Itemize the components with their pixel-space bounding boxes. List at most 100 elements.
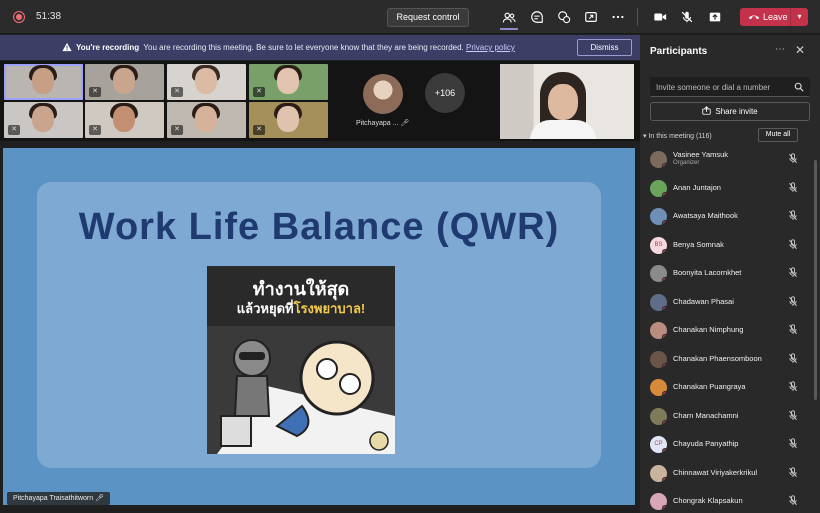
microphone-muted-icon[interactable]: [788, 466, 798, 478]
microphone-muted-icon[interactable]: [788, 295, 798, 307]
participant-row[interactable]: Anan Juntajon: [640, 174, 812, 203]
presence-status-icon: [662, 220, 667, 225]
video-tile[interactable]: ✕: [4, 102, 83, 138]
microphone-muted-icon[interactable]: [678, 8, 696, 26]
participant-name: Boonyita Lacornkhet: [673, 268, 742, 277]
presence-status-icon: [662, 448, 667, 453]
mic-muted-icon: ✕: [89, 125, 101, 135]
participant-row[interactable]: Charn Manachamni: [640, 402, 812, 431]
cartoon-illustration: [207, 326, 395, 454]
video-tile[interactable]: ✕: [167, 64, 246, 100]
spotlight-video-tile[interactable]: [500, 64, 634, 139]
presence-status-icon: [662, 334, 667, 339]
participant-row[interactable]: Chongrak Klapsakun: [640, 487, 812, 513]
share-screen-icon[interactable]: [582, 8, 600, 26]
presence-status-icon: [662, 305, 667, 311]
recording-text: You are recording this meeting. Be sure …: [143, 43, 464, 52]
pinned-participant-name: Pitchayapa ... 🎤︎: [356, 120, 410, 127]
participant-name: Chongrak Klapsakun: [673, 496, 743, 505]
video-tile[interactable]: ✕: [249, 102, 328, 138]
participant-row[interactable]: Chanakan Nimphung: [640, 316, 812, 345]
video-tile[interactable]: ✕: [249, 64, 328, 100]
mic-muted-icon: ✕: [253, 125, 265, 135]
participant-role: Organizer: [673, 160, 700, 166]
chat-icon[interactable]: [528, 8, 546, 26]
participant-row[interactable]: Chanakan Puangraya: [640, 373, 812, 402]
request-control-button[interactable]: Request control: [387, 8, 469, 27]
microphone-muted-icon[interactable]: [788, 409, 798, 421]
meeting-toolbar: 51:38 Request control Leave ▾: [0, 0, 820, 34]
recording-message: You're recording You are recording this …: [76, 43, 515, 52]
share-tray-icon[interactable]: [706, 8, 724, 26]
avatar: [650, 464, 667, 482]
mic-muted-icon: ✕: [171, 125, 183, 135]
video-tile[interactable]: ✕: [85, 64, 164, 100]
more-options-icon[interactable]: [609, 8, 627, 26]
privacy-policy-link[interactable]: Privacy policy: [466, 43, 515, 52]
presence-status-icon: [662, 277, 667, 282]
participant-row[interactable]: Chadawan Phasai: [640, 288, 812, 317]
more-options-icon[interactable]: ⋯: [775, 44, 785, 55]
camera-icon[interactable]: [651, 8, 669, 26]
mute-all-button[interactable]: Mute all: [758, 128, 798, 142]
avatar: [650, 350, 667, 368]
microphone-muted-icon[interactable]: [788, 210, 798, 221]
meeting-timer: 51:38: [36, 11, 62, 22]
video-tile[interactable]: ✕: [167, 102, 246, 138]
presence-status-icon: [662, 419, 667, 425]
participant-row[interactable]: Chanakan Phaensomboon: [640, 345, 812, 374]
microphone-muted-icon[interactable]: [788, 238, 798, 250]
reactions-icon[interactable]: [555, 8, 573, 26]
recording-banner: You're recording You are recording this …: [0, 35, 640, 60]
video-tile[interactable]: ✕: [85, 102, 164, 138]
presence-status-icon: [662, 163, 667, 168]
participant-row[interactable]: Chinnawat Viriyakerkrikul: [640, 459, 812, 488]
chevron-down-icon[interactable]: ▾: [790, 8, 808, 26]
participant-row[interactable]: Awatsaya Maithook: [640, 202, 812, 231]
microphone-muted-icon[interactable]: [788, 153, 798, 164]
avatar: [650, 493, 667, 510]
participant-row[interactable]: BS Benya Somnak: [640, 231, 812, 260]
participant-name: Awatsaya Maithook: [673, 211, 738, 220]
participant-name: Chanakan Puangraya: [673, 382, 746, 391]
microphone-muted-icon[interactable]: [788, 324, 798, 335]
participants-icon[interactable]: [500, 8, 518, 30]
avatar: [650, 151, 667, 168]
pinned-participant-avatar[interactable]: [363, 74, 403, 114]
avatar: [650, 265, 667, 282]
avatar: [650, 293, 667, 311]
avatar: [650, 407, 667, 425]
in-meeting-header[interactable]: ▾ In this meeting (116): [643, 132, 712, 140]
presence-status-icon: [662, 476, 667, 482]
microphone-muted-icon[interactable]: [788, 181, 798, 193]
microphone-muted-icon[interactable]: [788, 495, 798, 506]
participant-row[interactable]: CP Chayuda Panyathip: [640, 430, 812, 459]
dismiss-button[interactable]: Dismiss: [577, 39, 632, 56]
microphone-muted-icon[interactable]: [788, 438, 798, 449]
participant-name: Chanakan Phaensomboon: [673, 353, 762, 363]
avatar: [650, 322, 667, 339]
participant-name: Charn Manachamni: [673, 410, 739, 420]
microphone-muted-icon[interactable]: [788, 381, 798, 392]
share-invite-button[interactable]: Share invite: [650, 102, 810, 121]
participant-name: Chayuda Panyathip: [673, 439, 739, 448]
invite-input[interactable]: [656, 77, 786, 97]
share-invite-label: Share invite: [715, 107, 758, 116]
leave-button[interactable]: Leave ▾: [740, 8, 808, 26]
more-participants-button[interactable]: +106: [425, 73, 465, 113]
teams-meeting-window: 51:38 Request control Leave ▾ You're rec…: [0, 0, 820, 513]
invite-field[interactable]: [650, 77, 810, 97]
recording-title: You're recording: [76, 43, 140, 52]
microphone-muted-icon[interactable]: [788, 267, 798, 278]
avatar: CP: [650, 436, 667, 453]
close-icon[interactable]: ✕: [795, 43, 805, 57]
video-tile[interactable]: [4, 64, 83, 100]
participant-list: Vasinee Yamsuk Organizer Anan Juntajon Awat…: [640, 145, 812, 513]
presence-status-icon: [662, 505, 667, 510]
search-icon[interactable]: [794, 82, 804, 92]
scrollbar[interactable]: [814, 160, 817, 400]
microphone-muted-icon[interactable]: [788, 352, 798, 364]
warning-icon: [62, 42, 72, 52]
participant-row[interactable]: Boonyita Lacornkhet: [640, 259, 812, 288]
participant-row[interactable]: Vasinee Yamsuk Organizer: [640, 145, 812, 174]
